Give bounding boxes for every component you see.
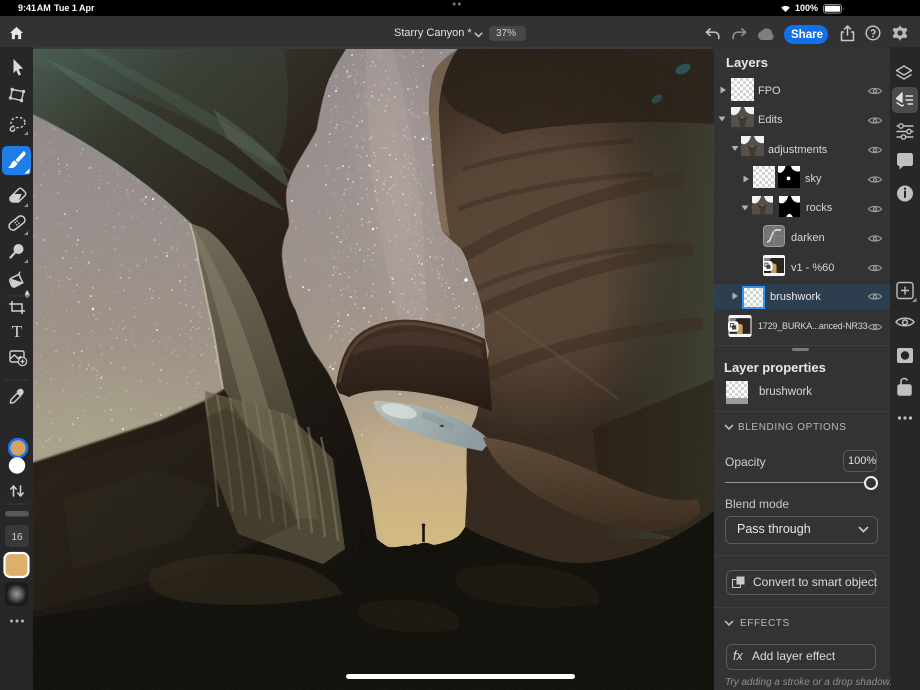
svg-text:16: 16 — [11, 532, 23, 543]
svg-text:T: T — [12, 322, 23, 341]
